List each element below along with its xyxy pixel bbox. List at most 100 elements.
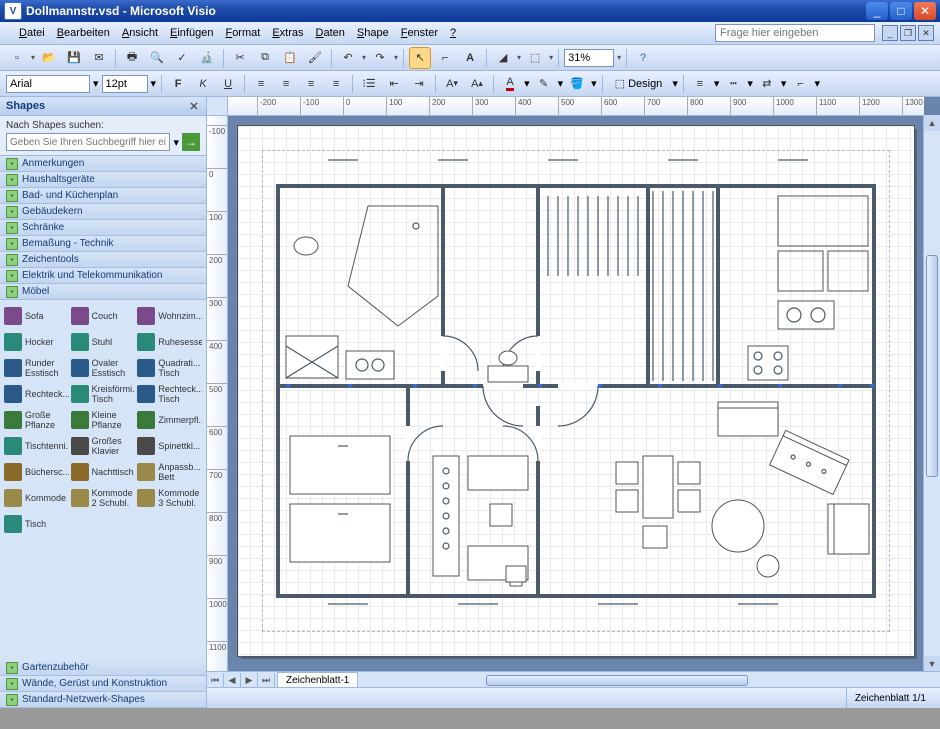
maximize-button[interactable]: □: [890, 2, 912, 20]
menu-format[interactable]: Format: [219, 25, 266, 41]
stencil-geb-udekern[interactable]: ▪Gebäudekern: [0, 204, 206, 220]
increase-indent-button[interactable]: ⇥: [408, 73, 430, 95]
first-page-button[interactable]: ⏮: [207, 673, 224, 688]
minimize-button[interactable]: _: [866, 2, 888, 20]
fill-color-button[interactable]: 🪣: [566, 73, 588, 95]
print-button[interactable]: 🖶: [121, 47, 143, 69]
shape-spinettkl-[interactable]: Spinettkl...: [137, 434, 202, 458]
paste-button[interactable]: 📋: [279, 47, 301, 69]
connector-tool-button[interactable]: ⌐: [434, 47, 456, 69]
stencil-bad-und-k-chenplan[interactable]: ▪Bad- und Küchenplan: [0, 188, 206, 204]
menu-shape[interactable]: Shape: [351, 25, 395, 41]
align-left-button[interactable]: ≡: [250, 73, 272, 95]
help-button[interactable]: ?: [632, 47, 654, 69]
vscroll-thumb[interactable]: [926, 255, 938, 477]
horizontal-ruler[interactable]: -200-10001002003004005006007008009001000…: [227, 97, 924, 116]
shape-nachttisch[interactable]: Nachttisch: [71, 460, 136, 484]
format-painter-button[interactable]: 🖌: [304, 47, 326, 69]
shape-gro-es-klavier[interactable]: Großes Klavier: [71, 434, 136, 458]
spellcheck-button[interactable]: ✓: [171, 47, 193, 69]
mail-button[interactable]: ✉: [88, 47, 110, 69]
design-button[interactable]: ⬚ Design: [608, 74, 670, 94]
shape-kleine-pflanze[interactable]: Kleine Pflanze: [71, 408, 136, 432]
menu-einfügen[interactable]: Einfügen: [164, 25, 219, 41]
line-color-button[interactable]: ✎: [533, 73, 555, 95]
menu-fenster[interactable]: Fenster: [395, 25, 444, 41]
stencil-elektrik-und-telekommunikation[interactable]: ▪Elektrik und Telekommunikation: [0, 268, 206, 284]
last-page-button[interactable]: ⏭: [258, 673, 275, 688]
shape-rechteck-tisch[interactable]: Rechteck... Tisch: [137, 382, 202, 406]
bullets-button[interactable]: ⁝☰: [358, 73, 380, 95]
stencil-gartenzubeh-r[interactable]: ▪Gartenzubehör: [0, 660, 206, 676]
shapes-search-go-button[interactable]: →: [182, 133, 200, 151]
shapes-dropdown-button[interactable]: ⬚: [524, 47, 546, 69]
shape-rechteck-[interactable]: Rechteck...: [4, 382, 69, 406]
help-search-input[interactable]: [715, 24, 875, 42]
shape-kommode[interactable]: Kommode: [4, 486, 69, 510]
stencil-anmerkungen[interactable]: ▪Anmerkungen: [0, 156, 206, 172]
shapes-search-input[interactable]: [6, 133, 170, 151]
close-button[interactable]: ✕: [914, 2, 936, 20]
vertical-ruler[interactable]: -100010020030040050060070080090010001100: [207, 115, 228, 672]
stencil-bema-ung-technik[interactable]: ▪Bemaßung - Technik: [0, 236, 206, 252]
menu-bearbeiten[interactable]: Bearbeiten: [51, 25, 116, 41]
shape-ruhesessel[interactable]: Ruhesessel: [137, 330, 202, 354]
line-pattern-button[interactable]: ┅: [722, 73, 744, 95]
menu-datei[interactable]: Datei: [13, 25, 51, 41]
vertical-scrollbar[interactable]: ▲ ▼: [923, 115, 940, 672]
vscroll-down-button[interactable]: ▼: [924, 656, 940, 672]
align-right-button[interactable]: ≡: [300, 73, 322, 95]
mdi-minimize-button[interactable]: _: [882, 25, 898, 41]
pointer-tool-button[interactable]: ↖: [409, 47, 431, 69]
undo-button[interactable]: ↶: [337, 47, 359, 69]
stencil-zeichentools[interactable]: ▪Zeichentools: [0, 252, 206, 268]
bold-button[interactable]: F: [167, 73, 189, 95]
drawing-page[interactable]: [237, 125, 915, 657]
font-size-input[interactable]: [102, 75, 148, 93]
stencil-standard-netzwerk-shapes[interactable]: ▪Standard-Netzwerk-Shapes: [0, 692, 206, 708]
underline-button[interactable]: U: [217, 73, 239, 95]
menu-extras[interactable]: Extras: [266, 25, 309, 41]
stencil-haushaltsger-te[interactable]: ▪Haushaltsgeräte: [0, 172, 206, 188]
print-preview-button[interactable]: 🔍: [146, 47, 168, 69]
shape-stuhl[interactable]: Stuhl: [71, 330, 136, 354]
redo-button[interactable]: ↷: [369, 47, 391, 69]
menu-ansicht[interactable]: Ansicht: [116, 25, 164, 41]
font-name-input[interactable]: [6, 75, 90, 93]
align-justify-button[interactable]: ≡: [325, 73, 347, 95]
decrease-indent-button[interactable]: ⇤: [383, 73, 405, 95]
corner-rounding-button[interactable]: ⌐: [789, 73, 811, 95]
mdi-restore-button[interactable]: ❐: [900, 25, 916, 41]
shape-kommode-schubl-[interactable]: Kommode 3 Schubl.: [137, 486, 202, 510]
shape-hocker[interactable]: Hocker: [4, 330, 69, 354]
mdi-close-button[interactable]: ✕: [918, 25, 934, 41]
stencil-schr-nke[interactable]: ▪Schränke: [0, 220, 206, 236]
align-center-button[interactable]: ≡: [275, 73, 297, 95]
stencil-m-bel[interactable]: ▪Möbel: [0, 284, 206, 300]
italic-button[interactable]: K: [192, 73, 214, 95]
shape-runder-esstisch[interactable]: Runder Esstisch: [4, 356, 69, 380]
stencil-w-nde-ger-st-und-konstruktion[interactable]: ▪Wände, Gerüst und Konstruktion: [0, 676, 206, 692]
prev-page-button[interactable]: ◀: [224, 673, 241, 688]
menu-daten[interactable]: Daten: [310, 25, 351, 41]
decrease-font-button[interactable]: A▾: [441, 73, 463, 95]
next-page-button[interactable]: ▶: [241, 673, 258, 688]
shapes-panel-close-button[interactable]: ✕: [188, 100, 200, 112]
zoom-input[interactable]: [564, 49, 614, 67]
shape-anpassb-bett[interactable]: Anpassb... Bett: [137, 460, 202, 484]
text-tool-button[interactable]: A: [459, 47, 481, 69]
shape-ovaler-esstisch[interactable]: Ovaler Esstisch: [71, 356, 136, 380]
font-color-button[interactable]: A: [499, 73, 521, 95]
increase-font-button[interactable]: A▴: [466, 73, 488, 95]
line-weight-button[interactable]: ≡: [689, 73, 711, 95]
shape-tischtenni-[interactable]: Tischtenni...: [4, 434, 69, 458]
shape-wohnzim-[interactable]: Wohnzim...: [137, 304, 202, 328]
drawing-tools-button[interactable]: ◢: [492, 47, 514, 69]
shape-zimmerpfl-[interactable]: Zimmerpfl...: [137, 408, 202, 432]
shape-kreisf-rmi-tisch[interactable]: Kreisförmi... Tisch: [71, 382, 136, 406]
menu-?[interactable]: ?: [444, 25, 462, 41]
new-button[interactable]: ▫: [6, 47, 28, 69]
save-button[interactable]: 💾: [63, 47, 85, 69]
hscroll-thumb[interactable]: [486, 675, 748, 686]
shape-b-chersc-[interactable]: Büchersc...: [4, 460, 69, 484]
